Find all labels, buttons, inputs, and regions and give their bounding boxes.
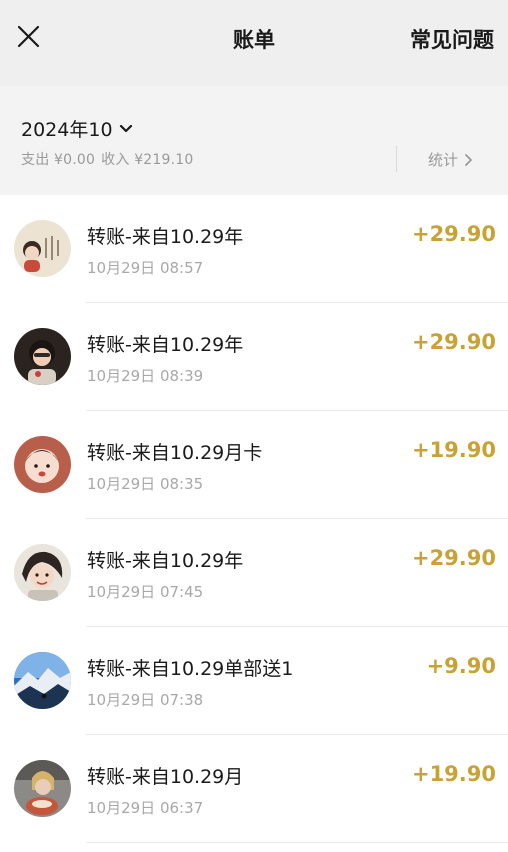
transaction-time: 10月29日 06:37 (87, 799, 204, 817)
close-button[interactable] (14, 22, 44, 52)
transaction-time: 10月29日 08:57 (87, 259, 204, 277)
month-selector[interactable]: 2024年10 (21, 115, 133, 142)
transaction-row[interactable]: 转账-来自10.29年 10月29日 08:57 +29.90 (0, 195, 508, 303)
avatar (14, 220, 71, 277)
month-label: 2024年10 (21, 119, 113, 141)
avatar (14, 652, 71, 709)
transaction-title: 转账-来自10.29单部送1 (87, 658, 294, 680)
transaction-title: 转账-来自10.29年 (87, 550, 244, 572)
close-icon (17, 25, 40, 48)
avatar (14, 544, 71, 601)
transaction-list: 转账-来自10.29年 10月29日 08:57 +29.90 转账-来自10.… (0, 195, 508, 843)
transaction-time: 10月29日 07:38 (87, 691, 204, 709)
transaction-amount: +19.90 (411, 438, 496, 462)
expense-total: 支出 ¥0.00 (21, 152, 96, 168)
chevron-right-icon (465, 153, 472, 166)
avatar (14, 760, 71, 817)
faq-link[interactable]: 常见问题 (410, 24, 494, 54)
transaction-row[interactable]: 转账-来自10.29单部送1 10月29日 07:38 +9.90 (0, 627, 508, 735)
transaction-row[interactable]: 转账-来自10.29年 10月29日 07:45 +29.90 (0, 519, 508, 627)
chevron-down-icon (119, 124, 132, 132)
income-total: 收入 ¥219.10 (101, 152, 194, 168)
transaction-title: 转账-来自10.29年 (87, 334, 244, 356)
month-totals: 支出 ¥0.00 收入 ¥219.10 (21, 149, 199, 169)
transaction-title: 转账-来自10.29年 (87, 226, 244, 248)
top-bar: 账单 常见问题 (0, 0, 508, 86)
transaction-row[interactable]: 转账-来自10.29月卡 10月29日 08:35 +19.90 (0, 411, 508, 519)
transaction-amount: +19.90 (411, 762, 496, 786)
transaction-row[interactable]: 转账-来自10.29年 10月29日 08:39 +29.90 (0, 303, 508, 411)
avatar (14, 436, 71, 493)
transaction-amount: +29.90 (411, 222, 496, 246)
page-title: 账单 (233, 28, 275, 52)
stats-label: 统计 (428, 151, 459, 169)
transaction-amount: +29.90 (411, 330, 496, 354)
summary-divider (396, 146, 397, 172)
bill-page: 账单 常见问题 2024年10 支出 ¥0.00 收入 ¥219.10 统计 转… (0, 0, 508, 852)
transaction-title: 转账-来自10.29月卡 (87, 442, 263, 464)
transaction-amount: +29.90 (411, 546, 496, 570)
transaction-time: 10月29日 08:35 (87, 475, 204, 493)
avatar (14, 328, 71, 385)
transaction-row[interactable]: 转账-来自10.29月 10月29日 06:37 +19.90 (0, 735, 508, 843)
transaction-time: 10月29日 07:45 (87, 583, 204, 601)
transaction-time: 10月29日 08:39 (87, 367, 204, 385)
stats-button[interactable]: 统计 (428, 149, 473, 170)
row-divider (86, 842, 508, 843)
transaction-title: 转账-来自10.29月 (87, 766, 244, 788)
transaction-amount: +9.90 (426, 654, 496, 678)
